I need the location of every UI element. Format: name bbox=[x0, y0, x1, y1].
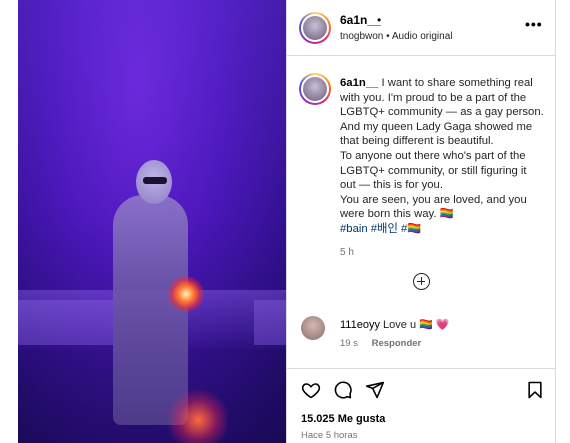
author-avatar[interactable] bbox=[299, 12, 331, 44]
performer-glasses bbox=[143, 177, 167, 184]
like-count[interactable]: 15.025 Me gusta bbox=[301, 413, 385, 425]
commenter-username[interactable]: 111eoyy bbox=[340, 319, 380, 331]
commenter-avatar[interactable] bbox=[301, 316, 325, 340]
caption-line: out — this is for you. bbox=[340, 179, 443, 192]
more-options-icon[interactable]: ••• bbox=[525, 16, 543, 32]
post-caption: 6a1n__ I want to share something real wi… bbox=[340, 76, 548, 260]
stage-panel-left bbox=[18, 300, 113, 345]
caption-line: I want to share something real bbox=[381, 77, 533, 89]
comment-body: Love u 🏳️‍🌈 💗 bbox=[383, 319, 450, 331]
heart-icon[interactable] bbox=[301, 380, 321, 400]
stage-panel-right bbox=[254, 300, 286, 345]
caption-line: And my queen Lady Gaga showed me bbox=[340, 120, 533, 133]
caption-line: You are seen, you are loved, and you bbox=[340, 193, 527, 206]
post-sidebar: 6a1n__ • tnogbwon • Audio original ••• 6… bbox=[287, 0, 555, 443]
caption-line: LGBTQ+ community — as a gay person. bbox=[340, 106, 544, 119]
floor-glow bbox=[168, 390, 228, 443]
caption-line: were born this way. 🏳️‍🌈 bbox=[340, 208, 454, 221]
caption-line: that being different is beautiful. bbox=[340, 135, 494, 148]
caption-line: LGBTQ+ community, or still figuring it bbox=[340, 164, 527, 177]
comment-icon[interactable] bbox=[333, 380, 353, 400]
actions-divider bbox=[287, 368, 555, 369]
caption-time: 5 h bbox=[340, 246, 354, 258]
caption-line: To anyone out there who's part of the bbox=[340, 149, 526, 162]
comment-text: 111eoyy Love u 🏳️‍🌈 💗 bbox=[340, 318, 450, 331]
comment-time: 19 s bbox=[340, 338, 358, 349]
author-username[interactable]: 6a1n__ bbox=[340, 13, 381, 27]
header-dot: • bbox=[377, 13, 382, 27]
save-icon[interactable] bbox=[525, 380, 545, 400]
caption-avatar[interactable] bbox=[299, 73, 331, 105]
audio-line[interactable]: tnogbwon • Audio original bbox=[340, 31, 452, 42]
share-icon[interactable] bbox=[365, 380, 385, 400]
caption-username[interactable]: 6a1n__ bbox=[340, 77, 378, 89]
sidebar-edge bbox=[555, 0, 556, 443]
post-timestamp[interactable]: Hace 5 horas bbox=[301, 430, 358, 441]
comment-meta: 19 s Responder bbox=[340, 338, 421, 349]
red-light bbox=[168, 276, 204, 312]
caption-hashtags[interactable]: #bain #배인 #🏳️‍🌈 bbox=[340, 223, 421, 235]
load-more-comments-icon[interactable] bbox=[413, 273, 430, 290]
caption-line: with you. I'm proud to be a part of the bbox=[340, 91, 527, 104]
post-media-video[interactable] bbox=[18, 0, 286, 443]
reply-button[interactable]: Responder bbox=[372, 338, 422, 349]
post-header: 6a1n__ • tnogbwon • Audio original ••• bbox=[287, 0, 555, 56]
